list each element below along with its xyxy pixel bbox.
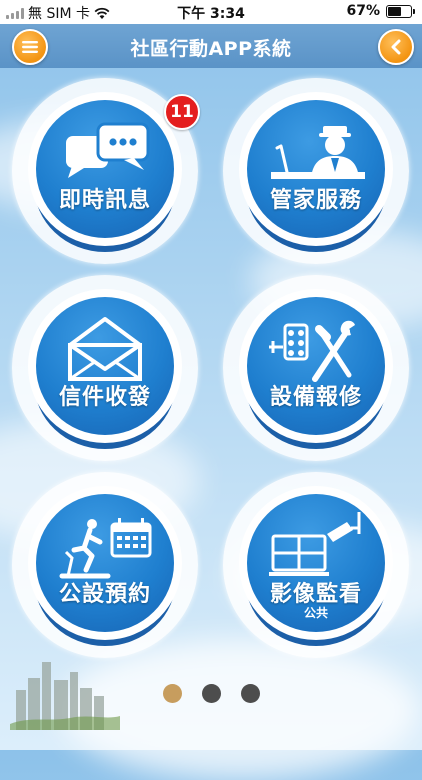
page-dot-3[interactable] — [240, 684, 260, 703]
tile-label: 設備報修 — [269, 385, 362, 410]
battery-icon — [386, 4, 415, 18]
page-dot-2[interactable] — [201, 684, 221, 703]
status-bar: 無 SIM 卡 下午 3:34 67% — [0, 0, 422, 24]
title-bar: 社區行動APP系統 — [0, 24, 422, 68]
chevron-left-icon — [391, 39, 401, 55]
tile-sublabel: 公共 — [303, 606, 328, 620]
tile-label: 即時訊息 — [58, 188, 151, 213]
battery-percent: 67% — [346, 3, 380, 19]
treadmill-calendar-icon — [59, 518, 152, 579]
tile-label: 信件收發 — [58, 385, 151, 410]
tile-concierge-service[interactable]: 管家服務 — [223, 78, 409, 264]
envelope-icon — [68, 317, 142, 381]
tile-label: 公設預約 — [58, 582, 151, 607]
unread-badge: 11 — [164, 94, 200, 130]
concierge-icon — [271, 126, 365, 179]
page-dot-1[interactable] — [162, 684, 182, 703]
page-title: 社區行動APP系統 — [130, 38, 292, 60]
page-indicator — [0, 684, 422, 703]
tile-facility-booking[interactable]: 公設預約 — [12, 472, 198, 658]
back-button[interactable] — [378, 29, 414, 65]
tile-label: 管家服務 — [269, 188, 362, 213]
tile-instant-message[interactable]: 即時訊息 11 — [12, 78, 200, 264]
repair-tools-icon — [269, 320, 355, 382]
battery-fill — [388, 6, 401, 16]
tile-video-monitoring[interactable]: 影像監看 公共 — [223, 472, 409, 658]
tile-equipment-repair[interactable]: 設備報修 — [223, 275, 409, 461]
tile-mail-delivery[interactable]: 信件收發 — [12, 275, 198, 461]
cctv-monitor-icon — [269, 512, 361, 576]
